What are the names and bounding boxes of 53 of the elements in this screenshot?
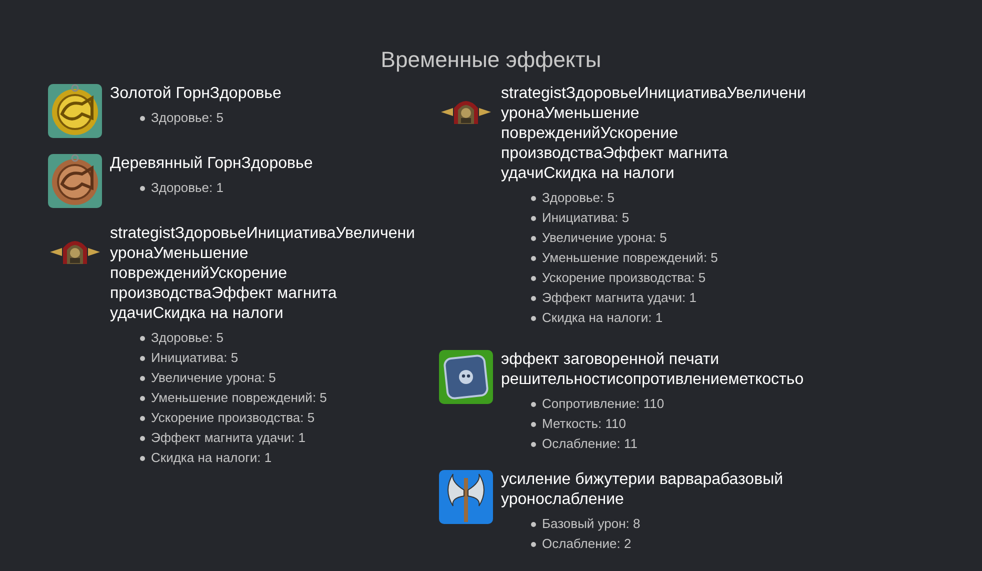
horn-medal-icon xyxy=(48,84,102,138)
effect-stat: Эффект магнита удачи: 1 xyxy=(151,429,306,447)
effect-stat: Сопротивление: 110 xyxy=(542,395,664,413)
stone-seal-icon xyxy=(439,350,493,404)
bullet-icon xyxy=(140,456,145,460)
effect-stat: Ослабление: 2 xyxy=(542,535,632,553)
bullet-icon xyxy=(531,316,536,320)
bullet-icon xyxy=(140,186,145,190)
bullet-icon xyxy=(531,236,536,240)
bullet-icon xyxy=(531,276,536,280)
bullet-icon xyxy=(531,442,536,446)
bullet-icon xyxy=(140,396,145,400)
effect-stat: Здоровье: 5 xyxy=(151,329,224,347)
effect-stat: Здоровье: 1 xyxy=(151,179,224,197)
effect-stat: Увеличение урона: 5 xyxy=(542,229,667,247)
bullet-icon xyxy=(531,422,536,426)
bullet-icon xyxy=(531,296,536,300)
effect-stat: Здоровье: 5 xyxy=(151,109,224,127)
bullet-icon xyxy=(140,336,145,340)
effect-stat: Ослабление: 11 xyxy=(542,435,638,453)
effect-stat: Меткость: 110 xyxy=(542,415,626,433)
effect-title: усиление бижутерии варварабазовый уронослабление xyxy=(501,470,783,510)
bullet-icon xyxy=(531,256,536,260)
effect-stat: Инициатива: 5 xyxy=(151,349,238,367)
effect-stat: Скидка на налоги: 1 xyxy=(542,309,663,327)
axe-icon xyxy=(439,470,493,524)
bullet-icon xyxy=(531,542,536,546)
bullet-icon xyxy=(140,416,145,420)
horn-medal-icon xyxy=(48,154,102,208)
bullet-icon xyxy=(531,196,536,200)
effect-stat: Инициатива: 5 xyxy=(542,209,630,227)
effect-title: Деревянный ГорнЗдоровье xyxy=(110,154,313,174)
bullet-icon xyxy=(531,216,536,220)
section-heading: Временные эффекты xyxy=(380,46,602,74)
bullet-icon xyxy=(531,402,536,406)
bullet-icon xyxy=(531,522,536,526)
effect-stat: Уменьшение повреждений: 5 xyxy=(542,249,718,267)
bullet-icon xyxy=(140,376,145,380)
bullet-icon xyxy=(140,116,145,120)
effect-stat: Ускорение производства: 5 xyxy=(151,409,315,427)
effect-title: Золотой ГорнЗдоровье xyxy=(110,84,282,104)
effect-stat: Скидка на налоги: 1 xyxy=(151,449,272,467)
bullet-icon xyxy=(140,436,145,440)
effect-title: strategistЗдоровьеИнициативаУвеличени уронаУменьшение поврежденийУскорение производстваЭффект магнита удачиСкидка на налоги xyxy=(110,224,415,324)
effect-stat: Эффект магнита удачи: 1 xyxy=(542,289,696,307)
bullet-icon xyxy=(140,356,145,360)
effect-stat: Ускорение производства: 5 xyxy=(542,269,706,287)
effect-stat: Базовый урон: 8 xyxy=(542,515,640,533)
effect-stat: Увеличение урона: 5 xyxy=(151,369,276,387)
effect-stat: Уменьшение повреждений: 5 xyxy=(151,389,327,407)
effect-title: strategistЗдоровьеИнициативаУвеличени уронаУменьшение поврежденийУскорение производстваЭффект магнита удачиСкидка на налоги xyxy=(501,84,806,184)
effect-title: эффект заговоренной печати решительностисопротивлениеметкостьо xyxy=(501,350,804,390)
effect-stat: Здоровье: 5 xyxy=(542,189,614,207)
